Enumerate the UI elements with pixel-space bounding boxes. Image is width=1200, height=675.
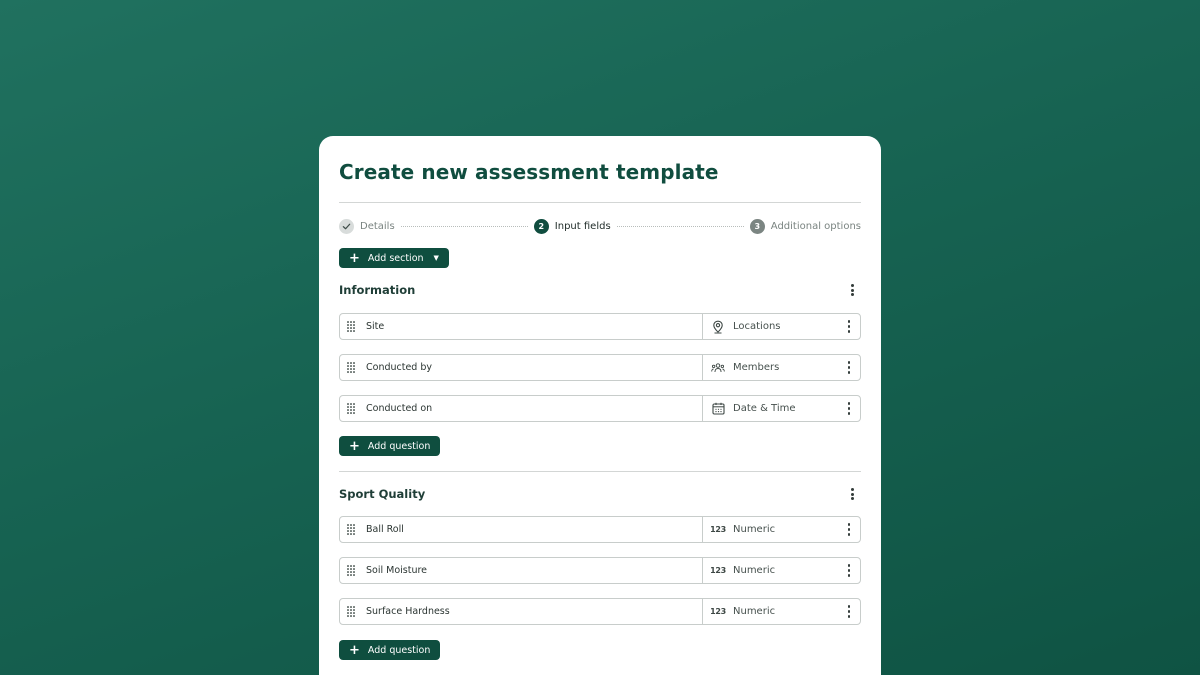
field-type-label: Numeric xyxy=(733,524,776,535)
field-label: Ball Roll xyxy=(366,524,404,535)
field-menu-icon[interactable] xyxy=(847,523,851,536)
field-type-select[interactable]: 123 Numeric xyxy=(703,558,860,583)
step-number: 2 xyxy=(533,218,549,234)
add-question-label: Add question xyxy=(367,440,431,452)
numeric-icon: 123 xyxy=(710,566,726,575)
plus-icon: + xyxy=(349,250,360,266)
field-type-select[interactable]: Locations xyxy=(703,314,860,339)
field-type-select[interactable]: 123 Numeric xyxy=(703,517,860,542)
field-row[interactable]: Conducted on Date & Time xyxy=(339,395,861,422)
field-type-label: Members xyxy=(733,362,780,373)
field-label: Surface Hardness xyxy=(366,606,450,617)
field-row[interactable]: Site Locations xyxy=(339,313,861,340)
step-details[interactable]: Details xyxy=(339,218,395,234)
field-type-select[interactable]: Members xyxy=(703,355,860,380)
add-question-button[interactable]: + Add question xyxy=(339,640,441,660)
field-menu-icon[interactable] xyxy=(847,320,851,333)
field-menu-icon[interactable] xyxy=(847,402,851,415)
step-label: Additional options xyxy=(770,220,861,232)
plus-icon: + xyxy=(349,642,360,658)
caret-down-icon: ▼ xyxy=(433,254,439,262)
step-label: Input fields xyxy=(554,220,611,232)
title-divider xyxy=(339,202,861,203)
field-label: Site xyxy=(366,321,385,332)
calendar-icon xyxy=(711,402,725,416)
field-type-select[interactable]: 123 Numeric xyxy=(703,599,860,624)
check-icon xyxy=(339,218,354,234)
section-menu-icon[interactable] xyxy=(848,283,856,297)
stepper: Details 2 Input fields 3 Additional opti… xyxy=(339,217,861,235)
add-question-label: Add question xyxy=(367,644,431,656)
field-type-label: Date & Time xyxy=(733,403,796,414)
step-input-fields[interactable]: 2 Input fields xyxy=(533,218,611,234)
section-title: Information xyxy=(339,283,416,297)
step-connector xyxy=(400,225,528,227)
field-menu-icon[interactable] xyxy=(847,361,851,374)
add-section-button[interactable]: + Add section ▼ xyxy=(339,248,449,268)
field-row[interactable]: Conducted by Members xyxy=(339,354,861,381)
members-icon xyxy=(711,361,725,375)
numeric-icon: 123 xyxy=(710,607,726,616)
step-additional-options[interactable]: 3 Additional options xyxy=(749,218,861,234)
drag-handle-icon[interactable] xyxy=(346,362,356,373)
step-label: Details xyxy=(360,220,395,232)
drag-handle-icon[interactable] xyxy=(346,403,356,414)
field-menu-icon[interactable] xyxy=(847,564,851,577)
page-title: Create new assessment template xyxy=(339,160,719,184)
field-type-label: Numeric xyxy=(733,565,776,576)
section-title: Sport Quality xyxy=(339,487,426,501)
field-type-select[interactable]: Date & Time xyxy=(703,396,860,421)
drag-handle-icon[interactable] xyxy=(346,606,356,617)
field-menu-icon[interactable] xyxy=(847,605,851,618)
field-type-label: Numeric xyxy=(733,606,776,617)
section-menu-icon[interactable] xyxy=(848,487,856,501)
drag-handle-icon[interactable] xyxy=(346,524,356,535)
plus-icon: + xyxy=(349,438,360,454)
field-label: Conducted on xyxy=(366,403,433,414)
numeric-icon: 123 xyxy=(710,525,726,534)
template-dialog: Create new assessment template Details 2… xyxy=(319,136,881,675)
field-row[interactable]: Soil Moisture 123 Numeric xyxy=(339,557,861,584)
field-label: Soil Moisture xyxy=(366,565,428,576)
drag-handle-icon[interactable] xyxy=(346,565,356,576)
field-type-label: Locations xyxy=(733,321,781,332)
field-row[interactable]: Ball Roll 123 Numeric xyxy=(339,516,861,543)
step-connector xyxy=(616,225,744,227)
step-number: 3 xyxy=(749,218,765,234)
field-label: Conducted by xyxy=(366,362,433,373)
field-row[interactable]: Surface Hardness 123 Numeric xyxy=(339,598,861,625)
add-section-label: Add section xyxy=(367,252,424,264)
section-divider xyxy=(339,471,861,472)
add-question-button[interactable]: + Add question xyxy=(339,436,441,456)
location-pin-icon xyxy=(711,320,725,334)
drag-handle-icon[interactable] xyxy=(346,321,356,332)
